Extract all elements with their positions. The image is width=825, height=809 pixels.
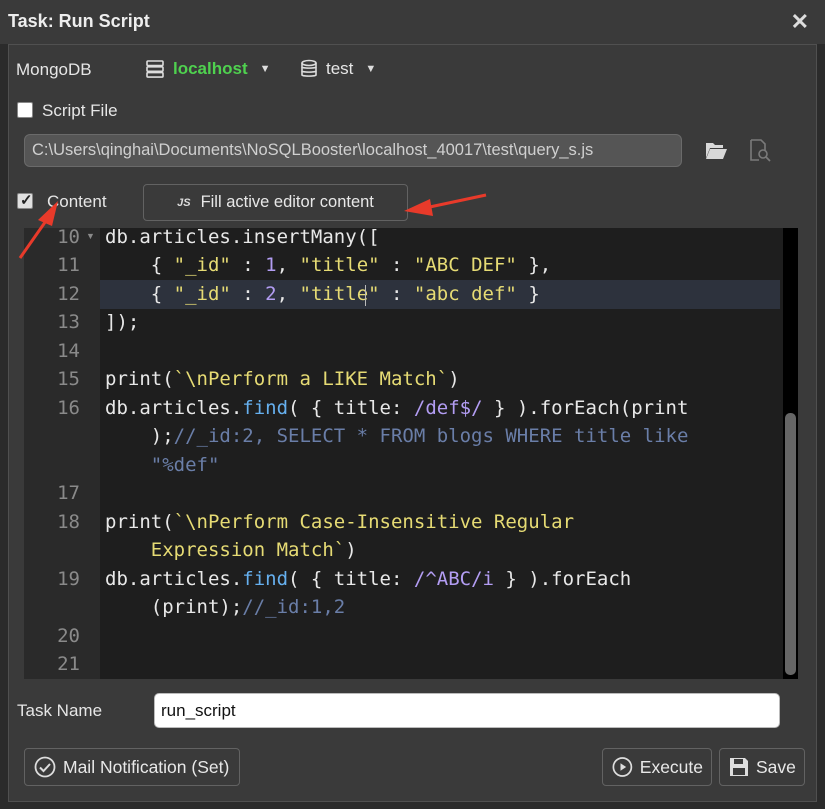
line-number: 12: [57, 283, 80, 305]
code-line: print(`\nPerform Case-Insensitive Regula…: [105, 511, 575, 533]
code-line: (print);//_id:1,2: [105, 596, 346, 618]
folder-open-icon[interactable]: [704, 139, 728, 161]
execute-button[interactable]: Execute: [602, 748, 712, 786]
script-file-checkbox[interactable]: [17, 102, 33, 118]
file-search-icon[interactable]: [749, 139, 771, 163]
code-line: db.articles.find( { title: /def$/ } ).fo…: [105, 397, 689, 419]
code-line: { "_id" : 1, "title" : "ABC DEF" },: [105, 254, 552, 276]
mongodb-label: MongoDB: [16, 60, 92, 79]
line-number: 16: [57, 397, 80, 419]
code-editor[interactable]: 10 ▼ 11 12 13 14 15 16 17 18 19 20 21 db…: [24, 228, 798, 679]
dialog-titlebar: Task: Run Script ✕: [0, 0, 825, 44]
fill-editor-button[interactable]: JS Fill active editor content: [143, 184, 408, 221]
line-number: 11: [57, 254, 80, 276]
host-name: localhost: [173, 59, 248, 78]
code-line: Expression Match`): [150, 539, 357, 561]
line-number: 13: [57, 311, 80, 333]
database-name: test: [326, 59, 354, 78]
mail-notification-label: Mail Notification (Set): [63, 756, 230, 777]
chevron-down-icon: ▼: [365, 63, 377, 75]
line-number: 21: [57, 653, 80, 675]
execute-label: Execute: [639, 756, 703, 777]
play-circle-icon: [612, 757, 633, 777]
script-path-field[interactable]: C:\Users\qinghai\Documents\NoSQLBooster\…: [24, 134, 682, 167]
fill-editor-label: Fill active editor content: [200, 193, 374, 211]
scrollbar-thumb[interactable]: [785, 413, 796, 675]
line-number: 19: [57, 568, 80, 590]
vertical-scrollbar[interactable]: [783, 228, 798, 679]
save-button[interactable]: Save: [719, 748, 805, 786]
server-icon: [146, 60, 164, 78]
mail-notification-button[interactable]: Mail Notification (Set): [24, 748, 240, 786]
code-line: "%def": [150, 454, 220, 476]
code-line: );//_id:2, SELECT * FROM blogs WHERE tit…: [105, 425, 689, 447]
database-icon: [301, 59, 317, 77]
line-number: 10: [57, 228, 80, 248]
content-label: Content: [47, 192, 107, 211]
line-number: 20: [57, 625, 80, 647]
content-checkbox[interactable]: [17, 191, 33, 209]
host-selector[interactable]: localhost ▼: [145, 59, 271, 79]
code-line: ]);: [105, 311, 140, 333]
dialog-title: Task: Run Script: [8, 11, 150, 31]
floppy-disk-icon: [730, 758, 748, 776]
save-label: Save: [756, 756, 796, 777]
code-line: { "_id" : 2, "title" : "abc def" }: [105, 283, 540, 305]
line-number: 18: [57, 511, 80, 533]
chevron-down-icon: ▼: [259, 63, 271, 75]
code-line: print(`\nPerform a LIKE Match`): [105, 368, 460, 390]
line-number: 14: [57, 340, 80, 362]
close-icon[interactable]: ✕: [791, 9, 809, 35]
check-circle-icon: [34, 756, 56, 778]
database-selector[interactable]: test ▼: [300, 59, 376, 79]
javascript-icon: JS: [177, 196, 191, 209]
text-cursor: [365, 285, 366, 306]
line-number: 17: [57, 482, 80, 504]
task-name-input[interactable]: run_script: [154, 693, 780, 728]
fold-arrow-icon[interactable]: ▼: [86, 231, 95, 241]
code-line: db.articles.find( { title: /^ABC/i } ).f…: [105, 568, 632, 590]
task-name-label: Task Name: [17, 701, 103, 720]
line-number: 15: [57, 368, 80, 390]
script-file-label: Script File: [42, 101, 118, 120]
code-line: db.articles.insertMany([: [105, 228, 380, 248]
